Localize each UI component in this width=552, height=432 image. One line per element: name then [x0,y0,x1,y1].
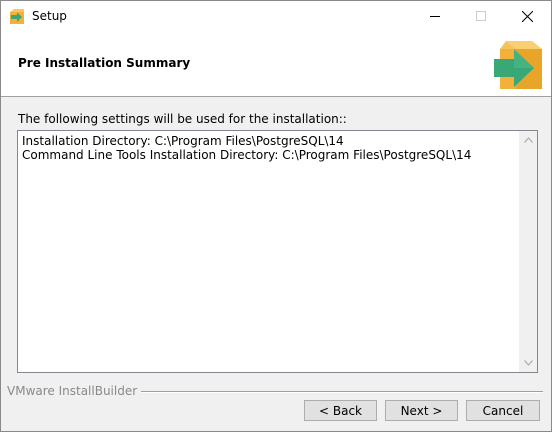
summary-content: Installation Directory: C:\Program Files… [22,134,472,162]
install-box-arrow-icon [492,37,544,91]
vertical-scrollbar[interactable] [519,131,537,372]
maximize-icon [476,11,486,21]
maximize-button [459,1,505,32]
minimize-button[interactable] [413,1,459,32]
scroll-down-icon[interactable] [524,360,533,366]
page-header: Pre Installation Summary [1,32,551,97]
page-title: Pre Installation Summary [18,56,191,70]
scroll-up-icon[interactable] [524,137,533,143]
setup-app-icon [9,8,26,25]
cancel-button[interactable]: Cancel [466,400,540,421]
title-bar: Setup [1,1,551,32]
next-button[interactable]: Next > [385,400,458,421]
installer-brand: VMware InstallBuilder [7,384,142,398]
close-button[interactable] [505,1,551,32]
summary-textarea[interactable]: Installation Directory: C:\Program Files… [17,130,538,373]
window-title: Setup [32,9,67,23]
minimize-icon [430,16,440,17]
intro-text: The following settings will be used for … [18,112,347,126]
setup-window: Setup Pre Installation Summary The follo… [0,0,552,432]
close-icon [522,11,533,22]
back-button[interactable]: < Back [304,400,377,421]
